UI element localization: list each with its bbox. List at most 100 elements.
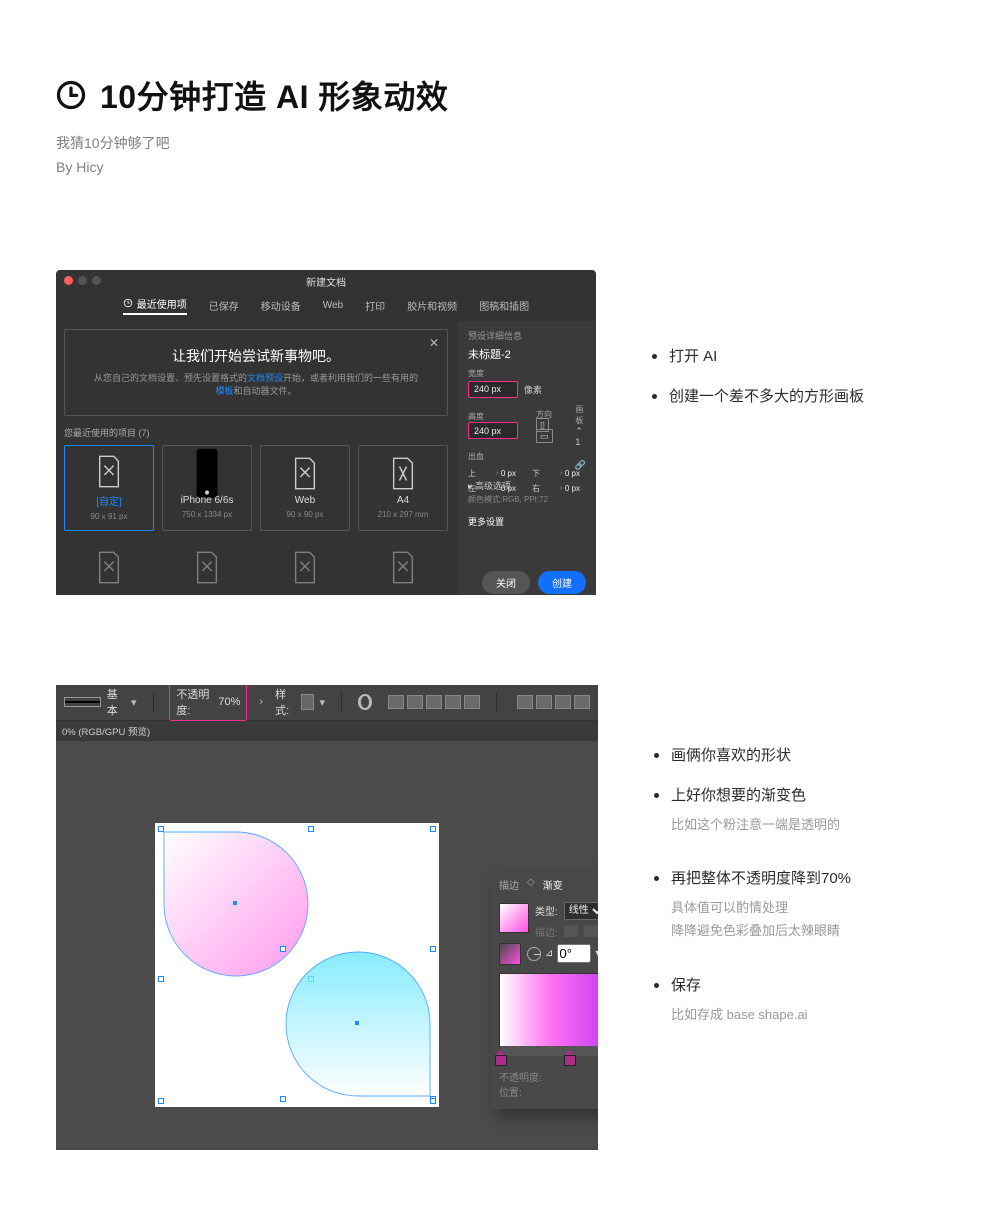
transform-icon[interactable] — [574, 695, 590, 709]
preset-custom[interactable]: [自定] 90 x 91 px — [64, 445, 154, 531]
document-name[interactable]: 未标题-2 — [468, 346, 586, 362]
transform-icon[interactable] — [536, 695, 552, 709]
hero-body: 从您自己的文档设置、预先设置格式的文档预设开始，或者利用我们的一些有用的 模板和… — [73, 372, 439, 399]
note-item: 画俩你喜欢的形状 — [671, 741, 791, 771]
create-button[interactable]: 创建 — [538, 571, 586, 594]
orientation-landscape-icon[interactable]: ▭ — [536, 429, 553, 443]
gradient-stop[interactable] — [564, 1050, 574, 1064]
width-input[interactable]: 240 px — [468, 381, 518, 398]
color-mode: 颜色模式:RGB, PPI:72 — [468, 494, 586, 505]
section1-notes: 打开 AI 创建一个差不多大的方形画板 — [652, 342, 864, 422]
preset-ghost[interactable] — [64, 537, 154, 595]
align-icon[interactable] — [388, 695, 404, 709]
hero-box: ✕ 让我们开始尝试新事物吧。 从您自己的文档设置、预先设置格式的文档预设开始，或… — [64, 329, 448, 416]
tab-recent[interactable]: 最近使用项 — [123, 296, 187, 315]
tab-art[interactable]: 图稿和插图 — [479, 296, 529, 315]
tab-print[interactable]: 打印 — [365, 296, 385, 315]
tab-web[interactable]: Web — [323, 296, 343, 315]
document-status-bar: 0% (RGB/GPU 预览) — [56, 721, 598, 741]
style-label: 样式: — [275, 686, 295, 718]
height-input[interactable]: 240 px — [468, 422, 518, 439]
gradient-ramp[interactable] — [499, 973, 598, 1051]
new-doc-tabs: 最近使用项 已保存 移动设备 Web 打印 胶片和视频 图稿和插图 — [56, 290, 596, 321]
preset-iphone[interactable]: iPhone 6/6s 750 x 1334 px — [162, 445, 252, 531]
phone-icon — [193, 447, 221, 500]
page-title: 10分钟打造 AI 形象动效 — [100, 72, 448, 118]
unit-select[interactable]: 像素 — [524, 383, 542, 396]
preset-ghost[interactable] — [260, 537, 350, 595]
artboard[interactable] — [155, 823, 439, 1107]
window-title: 新建文档 — [56, 270, 596, 290]
align-icon[interactable] — [445, 695, 461, 709]
chevron-down-icon[interactable]: ▾ — [320, 696, 326, 709]
bleed-top-input[interactable]: 0 px — [492, 468, 522, 479]
ai-new-doc-dialog: 新建文档 最近使用项 已保存 移动设备 Web 打印 胶片和视频 图稿和插图 ✕… — [56, 270, 596, 595]
note-item: 再把整体不透明度降到70% — [671, 864, 851, 894]
preset-detail-panel: 预设详细信息 未标题-2 宽度 240 px 像素 高度 240 px 方向 — [458, 321, 596, 595]
tab-mobile[interactable]: 移动设备 — [261, 296, 301, 315]
note-item: 创建一个差不多大的方形画板 — [669, 382, 864, 412]
preset-group-label: 您最近使用的项目 (7) — [64, 426, 448, 439]
style-swatch[interactable] — [301, 694, 314, 710]
tab-gradient[interactable]: 渐变 — [543, 877, 563, 892]
align-icon[interactable] — [426, 695, 442, 709]
transform-icon[interactable] — [555, 695, 571, 709]
preset-web[interactable]: Web 90 x 90 px — [260, 445, 350, 531]
ai-editor-window: 基本 ▾ 不透明度: 70% › 样式: ▾ — [56, 685, 598, 1150]
note-sub: 比如存成 base shape.ai — [671, 1003, 808, 1026]
tab-stroke[interactable]: 描边 — [499, 877, 519, 892]
align-icons — [388, 695, 480, 709]
note-item: 保存 — [671, 971, 808, 1001]
artboards-input[interactable]: ⌃ 1 — [575, 426, 586, 447]
document-icon — [291, 456, 319, 491]
tab-film[interactable]: 胶片和视频 — [407, 296, 457, 315]
opacity-control[interactable]: 不透明度: 70% — [169, 685, 247, 722]
byline: By Hicy — [56, 156, 944, 180]
height-label: 高度 — [468, 411, 518, 422]
angle-dial-icon[interactable] — [527, 947, 541, 961]
preset-ghost[interactable] — [358, 537, 448, 595]
bleed-right-input[interactable]: 0 px — [556, 483, 586, 494]
note-sub: 比如这个粉注意一端是透明的 — [671, 813, 840, 836]
align-icon[interactable] — [464, 695, 480, 709]
shape-cyan-teardrop[interactable] — [283, 949, 433, 1099]
options-bar: 基本 ▾ 不透明度: 70% › 样式: ▾ — [56, 685, 598, 721]
window-traffic-lights[interactable] — [64, 276, 101, 285]
preset-ghost[interactable] — [162, 537, 252, 595]
chevron-down-icon[interactable]: ▾ — [131, 696, 137, 709]
note-item: 打开 AI — [669, 342, 717, 372]
gradient-type-select[interactable]: 线性 — [564, 902, 598, 920]
preset-a4[interactable]: A4 210 x 297 mm — [358, 445, 448, 531]
transform-icons — [517, 695, 590, 709]
stop-opacity-label: 不透明度: — [499, 1069, 571, 1084]
note-item: 上好你想要的渐变色 — [671, 781, 840, 811]
clock-icon — [56, 80, 86, 110]
angle-input[interactable] — [557, 944, 591, 963]
close-button[interactable]: 关闭 — [482, 571, 530, 594]
close-icon[interactable]: ✕ — [429, 336, 439, 350]
artboards-label: 画板 — [575, 404, 586, 426]
transform-icon[interactable] — [517, 695, 533, 709]
opacity-value[interactable]: 70% — [218, 696, 240, 708]
hero-title: 让我们开始尝试新事物吧。 — [73, 346, 439, 366]
document-icon — [95, 454, 123, 489]
stroke-basic-label[interactable]: 基本 — [107, 686, 125, 718]
detail-heading: 预设详细信息 — [468, 329, 586, 342]
globe-icon[interactable] — [358, 694, 372, 710]
gradient-stroke-swatch[interactable] — [499, 943, 521, 965]
stop-position-label: 位置: — [499, 1084, 571, 1099]
stroke-gradient-icon[interactable] — [564, 925, 578, 937]
gradient-stop[interactable] — [495, 1050, 505, 1064]
tab-saved[interactable]: 已保存 — [209, 296, 239, 315]
stroke-style-swatch[interactable] — [64, 697, 101, 707]
more-settings[interactable]: 更多设置 — [468, 515, 586, 528]
note-sub: 具体值可以酌情处理 降降避免色彩叠加后太辣眼睛 — [671, 896, 851, 943]
stroke-gradient-icon[interactable] — [584, 925, 598, 937]
section2-notes: 画俩你喜欢的形状 上好你想要的渐变色 比如这个粉注意一端是透明的 再把整体不透明… — [654, 741, 851, 1037]
align-icon[interactable] — [407, 695, 423, 709]
chevron-right-icon[interactable]: › — [259, 696, 263, 708]
gradient-fill-swatch[interactable] — [499, 903, 529, 933]
document-icon — [389, 456, 417, 491]
gradient-panel[interactable]: 描边 ◇ 渐变 类型: 线性 描边: — [491, 871, 598, 1109]
subtitle-line: 我猜10分钟够了吧 — [56, 132, 944, 156]
